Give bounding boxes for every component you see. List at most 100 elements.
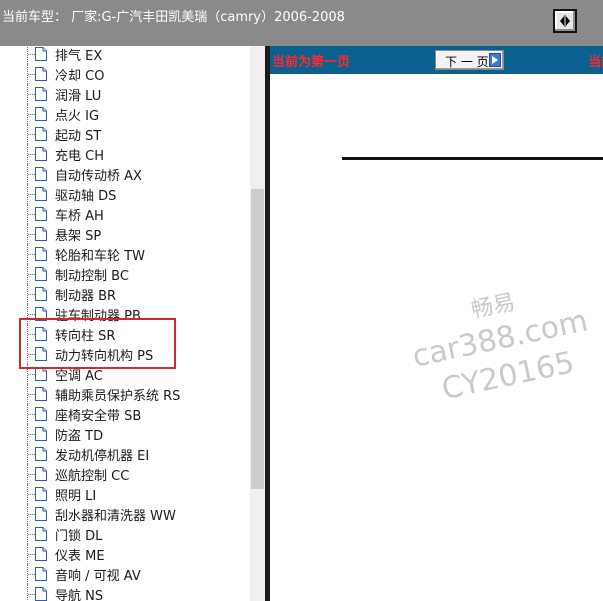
tree-branch-line xyxy=(28,114,35,115)
document-icon xyxy=(35,167,47,181)
sidebar-item-label: 防盗 TD xyxy=(55,429,104,444)
sidebar-item[interactable]: 冷却 CO xyxy=(0,64,250,84)
toggle-button[interactable] xyxy=(553,9,577,33)
first-page-indicator: 当前为第一页 xyxy=(272,55,351,70)
tree-branch-line xyxy=(28,94,35,95)
document-icon xyxy=(35,147,47,161)
document-icon xyxy=(35,287,47,301)
document-icon xyxy=(35,587,47,601)
sidebar-item-label: 冷却 CO xyxy=(55,69,105,84)
tree-branch-line xyxy=(28,594,35,595)
tree-branch-line xyxy=(28,194,35,195)
sidebar-item-label: 排气 EX xyxy=(55,49,103,64)
scrollbar-thumb[interactable] xyxy=(251,189,264,489)
sidebar-item[interactable]: 防盗 TD xyxy=(0,424,250,444)
document-icon xyxy=(35,227,47,241)
sidebar-item[interactable]: 刮水器和清洗器 WW xyxy=(0,504,250,524)
sidebar-item[interactable]: 悬架 SP xyxy=(0,224,250,244)
sidebar-item[interactable]: 充电 CH xyxy=(0,144,250,164)
sidebar-item-label: 车桥 AH xyxy=(55,209,104,224)
sidebar-item[interactable]: 导航 NS xyxy=(0,584,250,601)
arrow-right-icon xyxy=(489,53,501,67)
sidebar-item-label: 润滑 LU xyxy=(55,89,102,104)
sidebar-item[interactable]: 仪表 ME xyxy=(0,544,250,564)
sidebar-item-label: 发动机停机器 EI xyxy=(55,449,150,464)
tree-branch-line xyxy=(28,234,35,235)
sidebar-item[interactable]: 巡航控制 CC xyxy=(0,464,250,484)
document-icon xyxy=(35,367,47,381)
page-nav-bar: 当前为第一页 下 一 页 当前 xyxy=(270,46,603,74)
tree-branch-line xyxy=(28,294,35,295)
document-icon xyxy=(35,507,47,521)
document-icon xyxy=(35,267,47,281)
sidebar-item-label: 门锁 DL xyxy=(55,529,103,544)
sidebar-item[interactable]: 辅助乘员保护系统 RS xyxy=(0,384,250,404)
sidebar-item[interactable]: 起动 ST xyxy=(0,124,250,144)
document-icon xyxy=(35,387,47,401)
sidebar-item-label: 充电 CH xyxy=(55,149,104,164)
tree-branch-line xyxy=(28,494,35,495)
document-icon xyxy=(35,487,47,501)
sidebar-scrollbar[interactable] xyxy=(250,46,265,601)
document-icon xyxy=(35,567,47,581)
sidebar-item[interactable]: 制动控制 BC xyxy=(0,264,250,284)
header-bar: 当前车型： 厂家:G-广汽丰田凯美瑞（camry）2006-2008 xyxy=(0,0,603,46)
sidebar-item-label: 巡航控制 CC xyxy=(55,469,130,484)
tree-branch-line xyxy=(28,214,35,215)
tree-branch-line xyxy=(28,574,35,575)
document-icon xyxy=(35,447,47,461)
document-icon xyxy=(35,407,47,421)
document-icon xyxy=(35,547,47,561)
tree-connector-line xyxy=(27,584,28,601)
tree-branch-line xyxy=(28,454,35,455)
next-page-button[interactable]: 下 一 页 xyxy=(435,50,504,70)
current-page-indicator: 当前 xyxy=(588,55,603,70)
document-icon xyxy=(35,207,47,221)
sidebar-item-label: 制动控制 BC xyxy=(55,269,129,284)
sidebar-item[interactable]: 驱动轴 DS xyxy=(0,184,250,204)
document-icon xyxy=(35,127,47,141)
sidebar-item[interactable]: 照明 LI xyxy=(0,484,250,504)
sidebar-item-label: 音响 / 可视 AV xyxy=(55,569,141,584)
sidebar-item-label: 辅助乘员保护系统 RS xyxy=(55,389,181,404)
sidebar-item[interactable]: 座椅安全带 SB xyxy=(0,404,250,424)
tree-branch-line xyxy=(28,74,35,75)
sidebar-item[interactable]: 发动机停机器 EI xyxy=(0,444,250,464)
sidebar-item[interactable]: 润滑 LU xyxy=(0,84,250,104)
tree-branch-line xyxy=(28,154,35,155)
tree-branch-line xyxy=(28,254,35,255)
sidebar-item-label: 仪表 ME xyxy=(55,549,105,564)
sidebar-item-label: 照明 LI xyxy=(55,489,97,504)
document-icon xyxy=(35,87,47,101)
tree-branch-line xyxy=(28,514,35,515)
sidebar-item[interactable]: 点火 IG xyxy=(0,104,250,124)
next-page-label: 下 一 页 xyxy=(445,55,489,69)
tree-connector-line xyxy=(27,46,28,64)
main-content-frame: 当前为第一页 下 一 页 当前 xyxy=(270,46,603,601)
tree-branch-line xyxy=(28,54,35,55)
diamond-toggle-icon xyxy=(560,15,570,27)
document-icon xyxy=(35,427,47,441)
current-vehicle-title: 当前车型： 厂家:G-广汽丰田凯美瑞（camry）2006-2008 xyxy=(2,10,345,25)
sidebar-item-label: 导航 NS xyxy=(55,589,104,601)
sidebar-item[interactable]: 轮胎和车轮 TW xyxy=(0,244,250,264)
document-icon xyxy=(35,527,47,541)
tree-branch-line xyxy=(28,534,35,535)
document-icon xyxy=(35,467,47,481)
highlight-box xyxy=(19,318,176,369)
document-content xyxy=(270,74,603,601)
sidebar-item[interactable]: 车桥 AH xyxy=(0,204,250,224)
tree-branch-line xyxy=(28,554,35,555)
sidebar-item[interactable]: 音响 / 可视 AV xyxy=(0,564,250,584)
document-icon xyxy=(35,247,47,261)
document-icon xyxy=(35,107,47,121)
sidebar-item[interactable]: 制动器 BR xyxy=(0,284,250,304)
sidebar-item-label: 点火 IG xyxy=(55,109,100,124)
tree-branch-line xyxy=(28,434,35,435)
sidebar-item[interactable]: 排气 EX xyxy=(0,46,250,64)
sidebar-item[interactable]: 门锁 DL xyxy=(0,524,250,544)
sidebar-item[interactable]: 自动传动桥 AX xyxy=(0,164,250,184)
sidebar-item-label: 起动 ST xyxy=(55,129,102,144)
document-icon xyxy=(35,67,47,81)
sidebar-item-label: 制动器 BR xyxy=(55,289,117,304)
